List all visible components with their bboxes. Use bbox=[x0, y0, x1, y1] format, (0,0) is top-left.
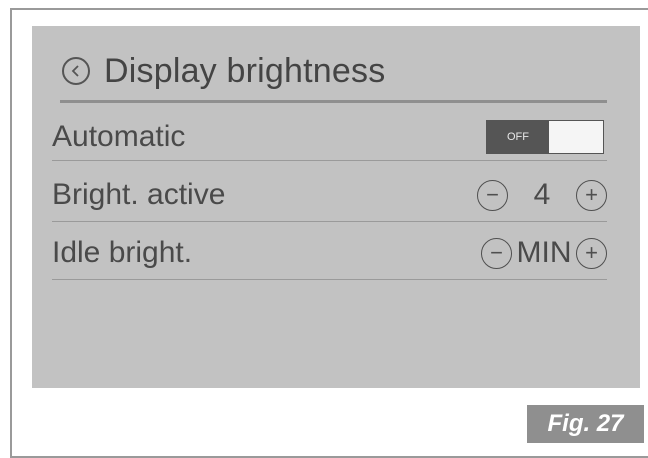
decrease-button[interactable]: − bbox=[481, 237, 512, 269]
increase-button[interactable]: + bbox=[576, 179, 607, 211]
row-divider bbox=[52, 160, 607, 161]
automatic-label: Automatic bbox=[52, 120, 186, 153]
plus-icon: + bbox=[585, 182, 598, 207]
minus-icon: − bbox=[490, 240, 503, 265]
decrease-button[interactable]: − bbox=[477, 179, 508, 211]
plus-icon: + bbox=[585, 240, 598, 265]
bright-active-row: Bright. active − 4 + bbox=[52, 166, 607, 224]
page-title: Display brightness bbox=[104, 51, 386, 90]
bright-active-value: 4 bbox=[533, 178, 551, 211]
screen-header: Display brightness bbox=[62, 46, 385, 96]
minus-icon: − bbox=[486, 182, 499, 207]
idle-bright-stepper: − MIN + bbox=[481, 236, 607, 270]
row-divider bbox=[52, 279, 607, 280]
bright-active-stepper: − 4 + bbox=[477, 178, 607, 212]
header-divider bbox=[60, 100, 607, 103]
idle-bright-value: MIN bbox=[516, 236, 572, 269]
display-screen: Display brightness Automatic OFF Bright.… bbox=[32, 26, 640, 388]
increase-button[interactable]: + bbox=[576, 237, 607, 269]
toggle-off-label: OFF bbox=[487, 121, 549, 153]
automatic-toggle[interactable]: OFF bbox=[486, 120, 604, 154]
chevron-left-icon bbox=[71, 65, 79, 77]
back-button[interactable] bbox=[62, 57, 90, 85]
idle-bright-label: Idle bright. bbox=[52, 236, 193, 269]
figure-label: Fig. 27 bbox=[527, 405, 644, 443]
row-divider bbox=[52, 221, 607, 222]
toggle-on-area bbox=[549, 121, 603, 153]
idle-bright-row: Idle bright. − MIN + bbox=[52, 224, 607, 282]
bright-active-label: Bright. active bbox=[52, 178, 226, 211]
automatic-row: Automatic OFF bbox=[52, 108, 607, 166]
